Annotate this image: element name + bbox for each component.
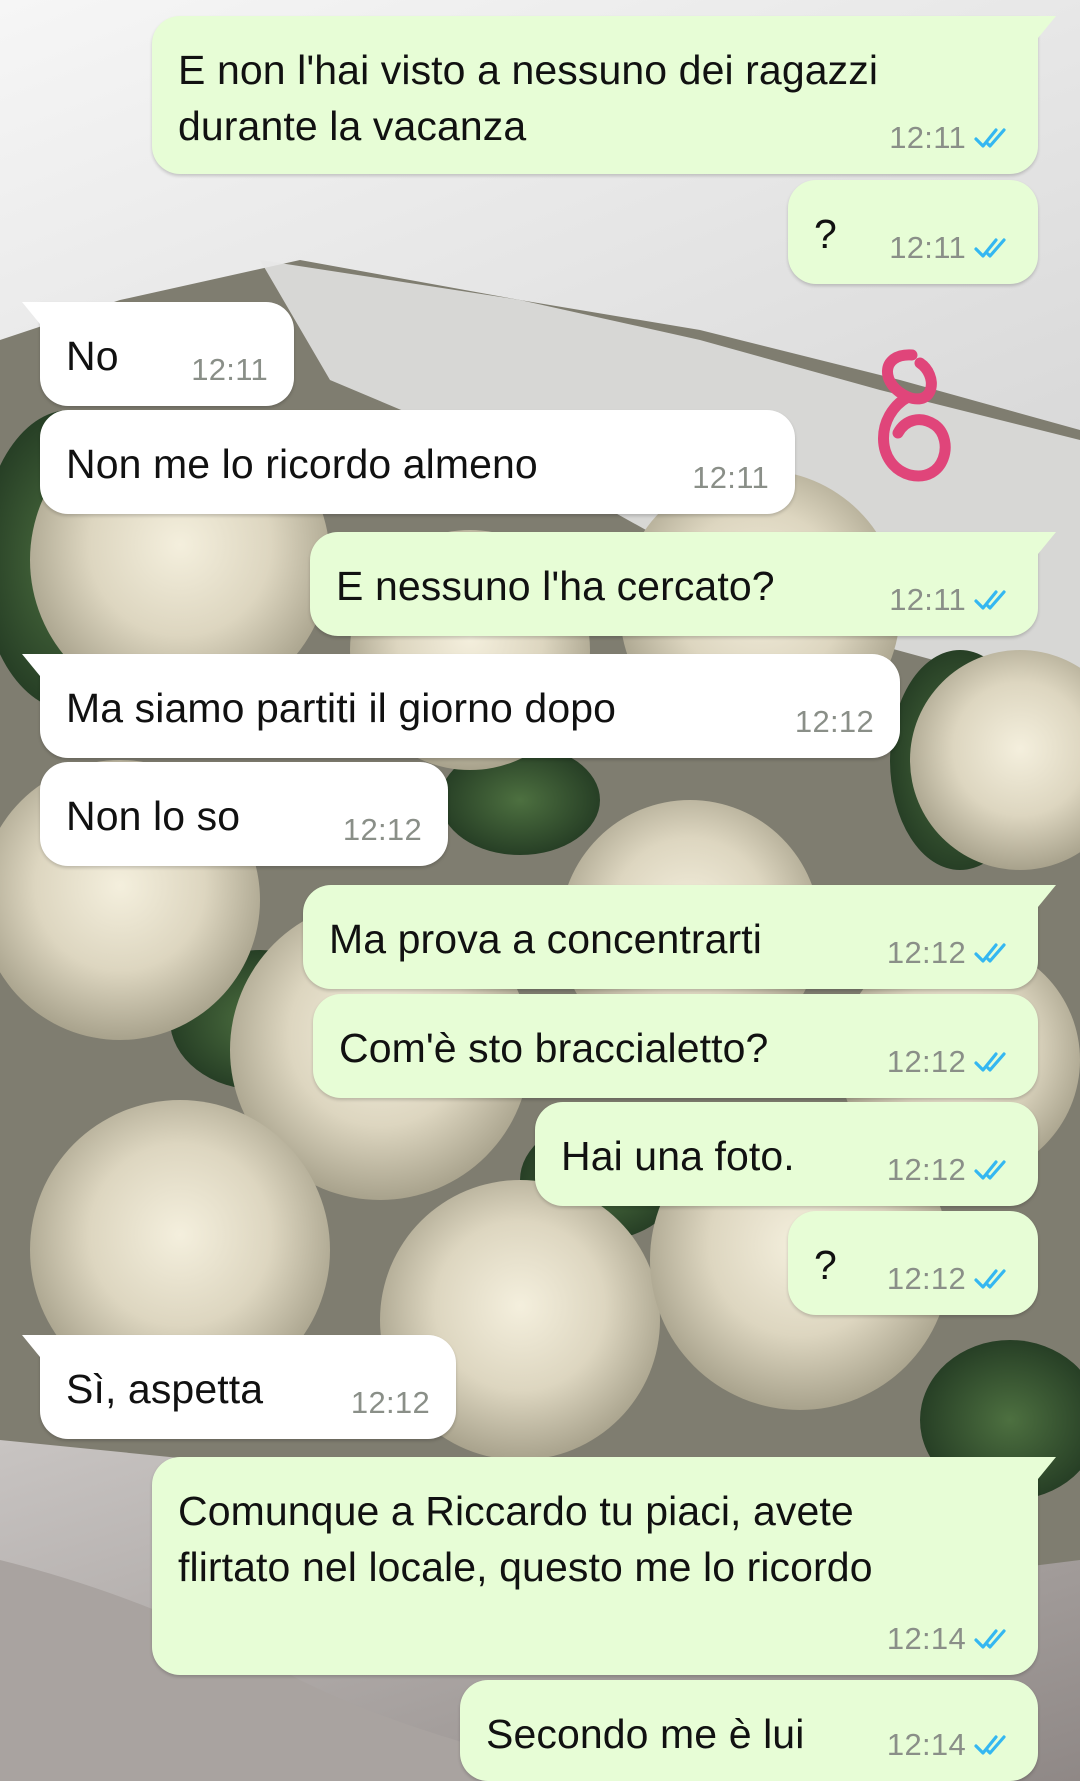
message-text: Sì, aspetta xyxy=(66,1366,264,1412)
incoming-message-bubble[interactable]: Non lo so 12:12 xyxy=(40,762,448,866)
message-timestamp: 12:11 xyxy=(191,352,268,387)
message-text: Non me lo ricordo almeno xyxy=(66,441,538,487)
message-text: Hai una foto. xyxy=(561,1133,795,1179)
message-timestamp: 12:12 xyxy=(350,1385,430,1420)
message-timestamp: 12:11 xyxy=(889,120,966,155)
outgoing-message-bubble[interactable]: E nessuno l'ha cercato? 12:11 xyxy=(310,532,1056,636)
message-timestamp: 12:11 xyxy=(889,230,966,265)
message-text: E non l'hai visto a nessuno dei ragazzi … xyxy=(178,47,879,149)
message-timestamp: 12:11 xyxy=(692,460,769,495)
outgoing-message-bubble[interactable]: ? 12:11 xyxy=(788,180,1038,284)
read-double-tick-icon xyxy=(974,1050,1012,1074)
message-meta: 12:12 xyxy=(887,1261,1012,1297)
read-double-tick-icon xyxy=(974,1158,1012,1182)
read-double-tick-icon xyxy=(974,1733,1012,1757)
message-timestamp: 12:12 xyxy=(886,1044,966,1079)
message-timestamp: 12:12 xyxy=(886,1152,966,1187)
message-meta: 12:12 xyxy=(343,812,422,848)
message-text: Ma siamo partiti il giorno dopo xyxy=(66,685,617,731)
message-text: Ma prova a concentrarti xyxy=(329,916,762,962)
message-meta: 12:11 xyxy=(191,352,268,388)
message-text: Secondo me è lui xyxy=(486,1711,805,1757)
message-text: E nessuno l'ha cercato? xyxy=(336,563,775,609)
message-timestamp: 12:11 xyxy=(889,582,966,617)
message-meta: 12:11 xyxy=(692,460,769,496)
outgoing-message-bubble[interactable]: Hai una foto. 12:12 xyxy=(535,1102,1038,1206)
read-double-tick-icon xyxy=(974,236,1012,260)
incoming-message-bubble[interactable]: Sì, aspetta 12:12 xyxy=(22,1335,456,1439)
message-meta: 12:11 xyxy=(889,120,1012,156)
outgoing-message-bubble[interactable]: Ma prova a concentrarti 12:12 xyxy=(303,885,1056,989)
message-meta: 12:12 xyxy=(795,704,874,740)
message-text: Comunque a Riccardo tu piaci, avete flir… xyxy=(178,1488,873,1590)
message-timestamp: 12:12 xyxy=(794,704,874,739)
message-meta: 12:11 xyxy=(889,582,1012,618)
read-double-tick-icon xyxy=(974,588,1012,612)
message-text: ? xyxy=(814,211,837,257)
incoming-message-bubble[interactable]: Non me lo ricordo almeno 12:11 xyxy=(40,410,795,514)
hand-drawn-figure-eight-icon xyxy=(850,345,980,515)
outgoing-message-bubble[interactable]: Com'è sto braccialetto? 12:12 xyxy=(313,994,1038,1098)
message-timestamp: 12:12 xyxy=(342,812,422,847)
message-timestamp: 12:14 xyxy=(886,1727,966,1762)
read-double-tick-icon xyxy=(974,1627,1012,1651)
outgoing-message-bubble[interactable]: E non l'hai visto a nessuno dei ragazzi … xyxy=(152,16,1056,174)
message-text: ? xyxy=(814,1242,837,1288)
message-text: Non lo so xyxy=(66,793,241,839)
message-text: No xyxy=(66,333,119,379)
read-double-tick-icon xyxy=(974,1267,1012,1291)
message-meta: 12:12 xyxy=(887,1152,1012,1188)
outgoing-message-bubble[interactable]: Secondo me è lui 12:14 xyxy=(460,1680,1038,1781)
message-timestamp: 12:12 xyxy=(886,935,966,970)
read-double-tick-icon xyxy=(974,941,1012,965)
incoming-message-bubble[interactable]: Ma siamo partiti il giorno dopo 12:12 xyxy=(22,654,900,758)
message-text: Com'è sto braccialetto? xyxy=(339,1025,769,1071)
message-timestamp: 12:12 xyxy=(886,1261,966,1296)
annotation-svg xyxy=(878,349,951,482)
message-meta: 12:12 xyxy=(351,1385,430,1421)
outgoing-message-bubble[interactable]: ? 12:12 xyxy=(788,1211,1038,1315)
message-meta: 12:11 xyxy=(889,230,1012,266)
incoming-message-bubble[interactable]: No 12:11 xyxy=(22,302,294,406)
message-timestamp: 12:14 xyxy=(886,1621,966,1656)
message-meta: 12:12 xyxy=(887,1044,1012,1080)
message-meta: 12:14 xyxy=(887,1621,1012,1657)
message-meta: 12:12 xyxy=(887,935,1012,971)
message-meta: 12:14 xyxy=(887,1727,1012,1763)
read-double-tick-icon xyxy=(974,126,1012,150)
outgoing-message-bubble[interactable]: Comunque a Riccardo tu piaci, avete flir… xyxy=(152,1457,1056,1675)
